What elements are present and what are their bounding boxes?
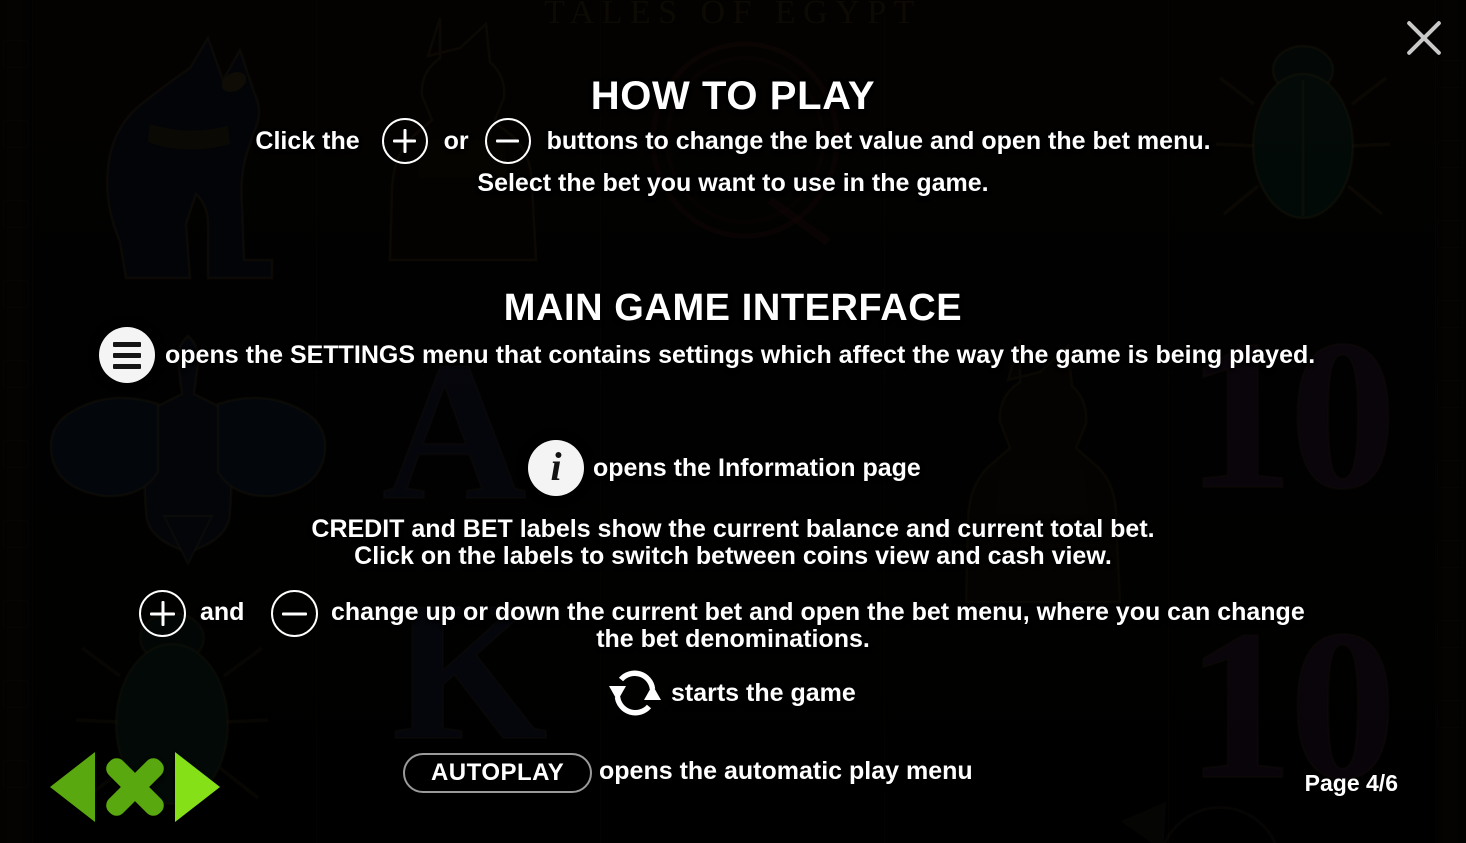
help-content: HOW TO PLAY Click the or buttons to chan… bbox=[0, 0, 1466, 843]
bet-change-description-line2: the bet denominations. bbox=[596, 625, 870, 653]
or-label: or bbox=[443, 126, 469, 155]
spin-description: starts the game bbox=[671, 679, 856, 707]
autoplay-button[interactable]: AUTOPLAY bbox=[403, 753, 593, 793]
select-bet-instruction: Select the bet you want to use in the ga… bbox=[477, 169, 989, 197]
how-to-play-heading: HOW TO PLAY bbox=[590, 74, 876, 118]
info-icon[interactable]: i bbox=[528, 440, 584, 496]
close-icon[interactable] bbox=[1400, 14, 1448, 62]
bet-change-description-line1: change up or down the current bet and op… bbox=[331, 598, 1305, 626]
and-label: and bbox=[200, 598, 245, 626]
autoplay-description: opens the automatic play menu bbox=[599, 757, 973, 785]
main-game-interface-heading: MAIN GAME INTERFACE bbox=[503, 287, 963, 329]
help-navigation-bar bbox=[50, 752, 220, 822]
minus-icon[interactable] bbox=[484, 118, 531, 164]
autoplay-label: AUTOPLAY bbox=[431, 759, 565, 786]
spin-refresh-icon[interactable] bbox=[606, 664, 664, 722]
info-description: opens the Information page bbox=[593, 454, 921, 482]
bet-value-instruction: buttons to change the bet value and open… bbox=[546, 126, 1211, 155]
close-help-icon[interactable] bbox=[103, 755, 167, 819]
previous-page-icon[interactable] bbox=[50, 752, 95, 822]
page-indicator: Page 4/6 bbox=[1304, 770, 1398, 796]
settings-description: opens the SETTINGS menu that contains se… bbox=[165, 341, 1316, 369]
game-help-overlay-screen: TALES OF EGYPT A K 10 10 HOW TO PLAY Cli… bbox=[0, 0, 1466, 843]
click-the-label: Click the bbox=[255, 126, 360, 155]
credit-bet-description-line2: Click on the labels to switch between co… bbox=[354, 542, 1112, 570]
next-page-icon[interactable] bbox=[175, 752, 220, 822]
credit-bet-description-line1: CREDIT and BET labels show the current b… bbox=[311, 515, 1155, 543]
hamburger-bar-2 bbox=[113, 352, 141, 358]
hamburger-bar-1 bbox=[113, 341, 141, 347]
plus-icon[interactable] bbox=[381, 118, 428, 164]
bet-buttons-instruction-line: Click the or buttons to change the bet v… bbox=[0, 118, 1466, 164]
hamburger-settings-icon[interactable] bbox=[99, 327, 155, 383]
hamburger-bar-3 bbox=[113, 363, 141, 369]
